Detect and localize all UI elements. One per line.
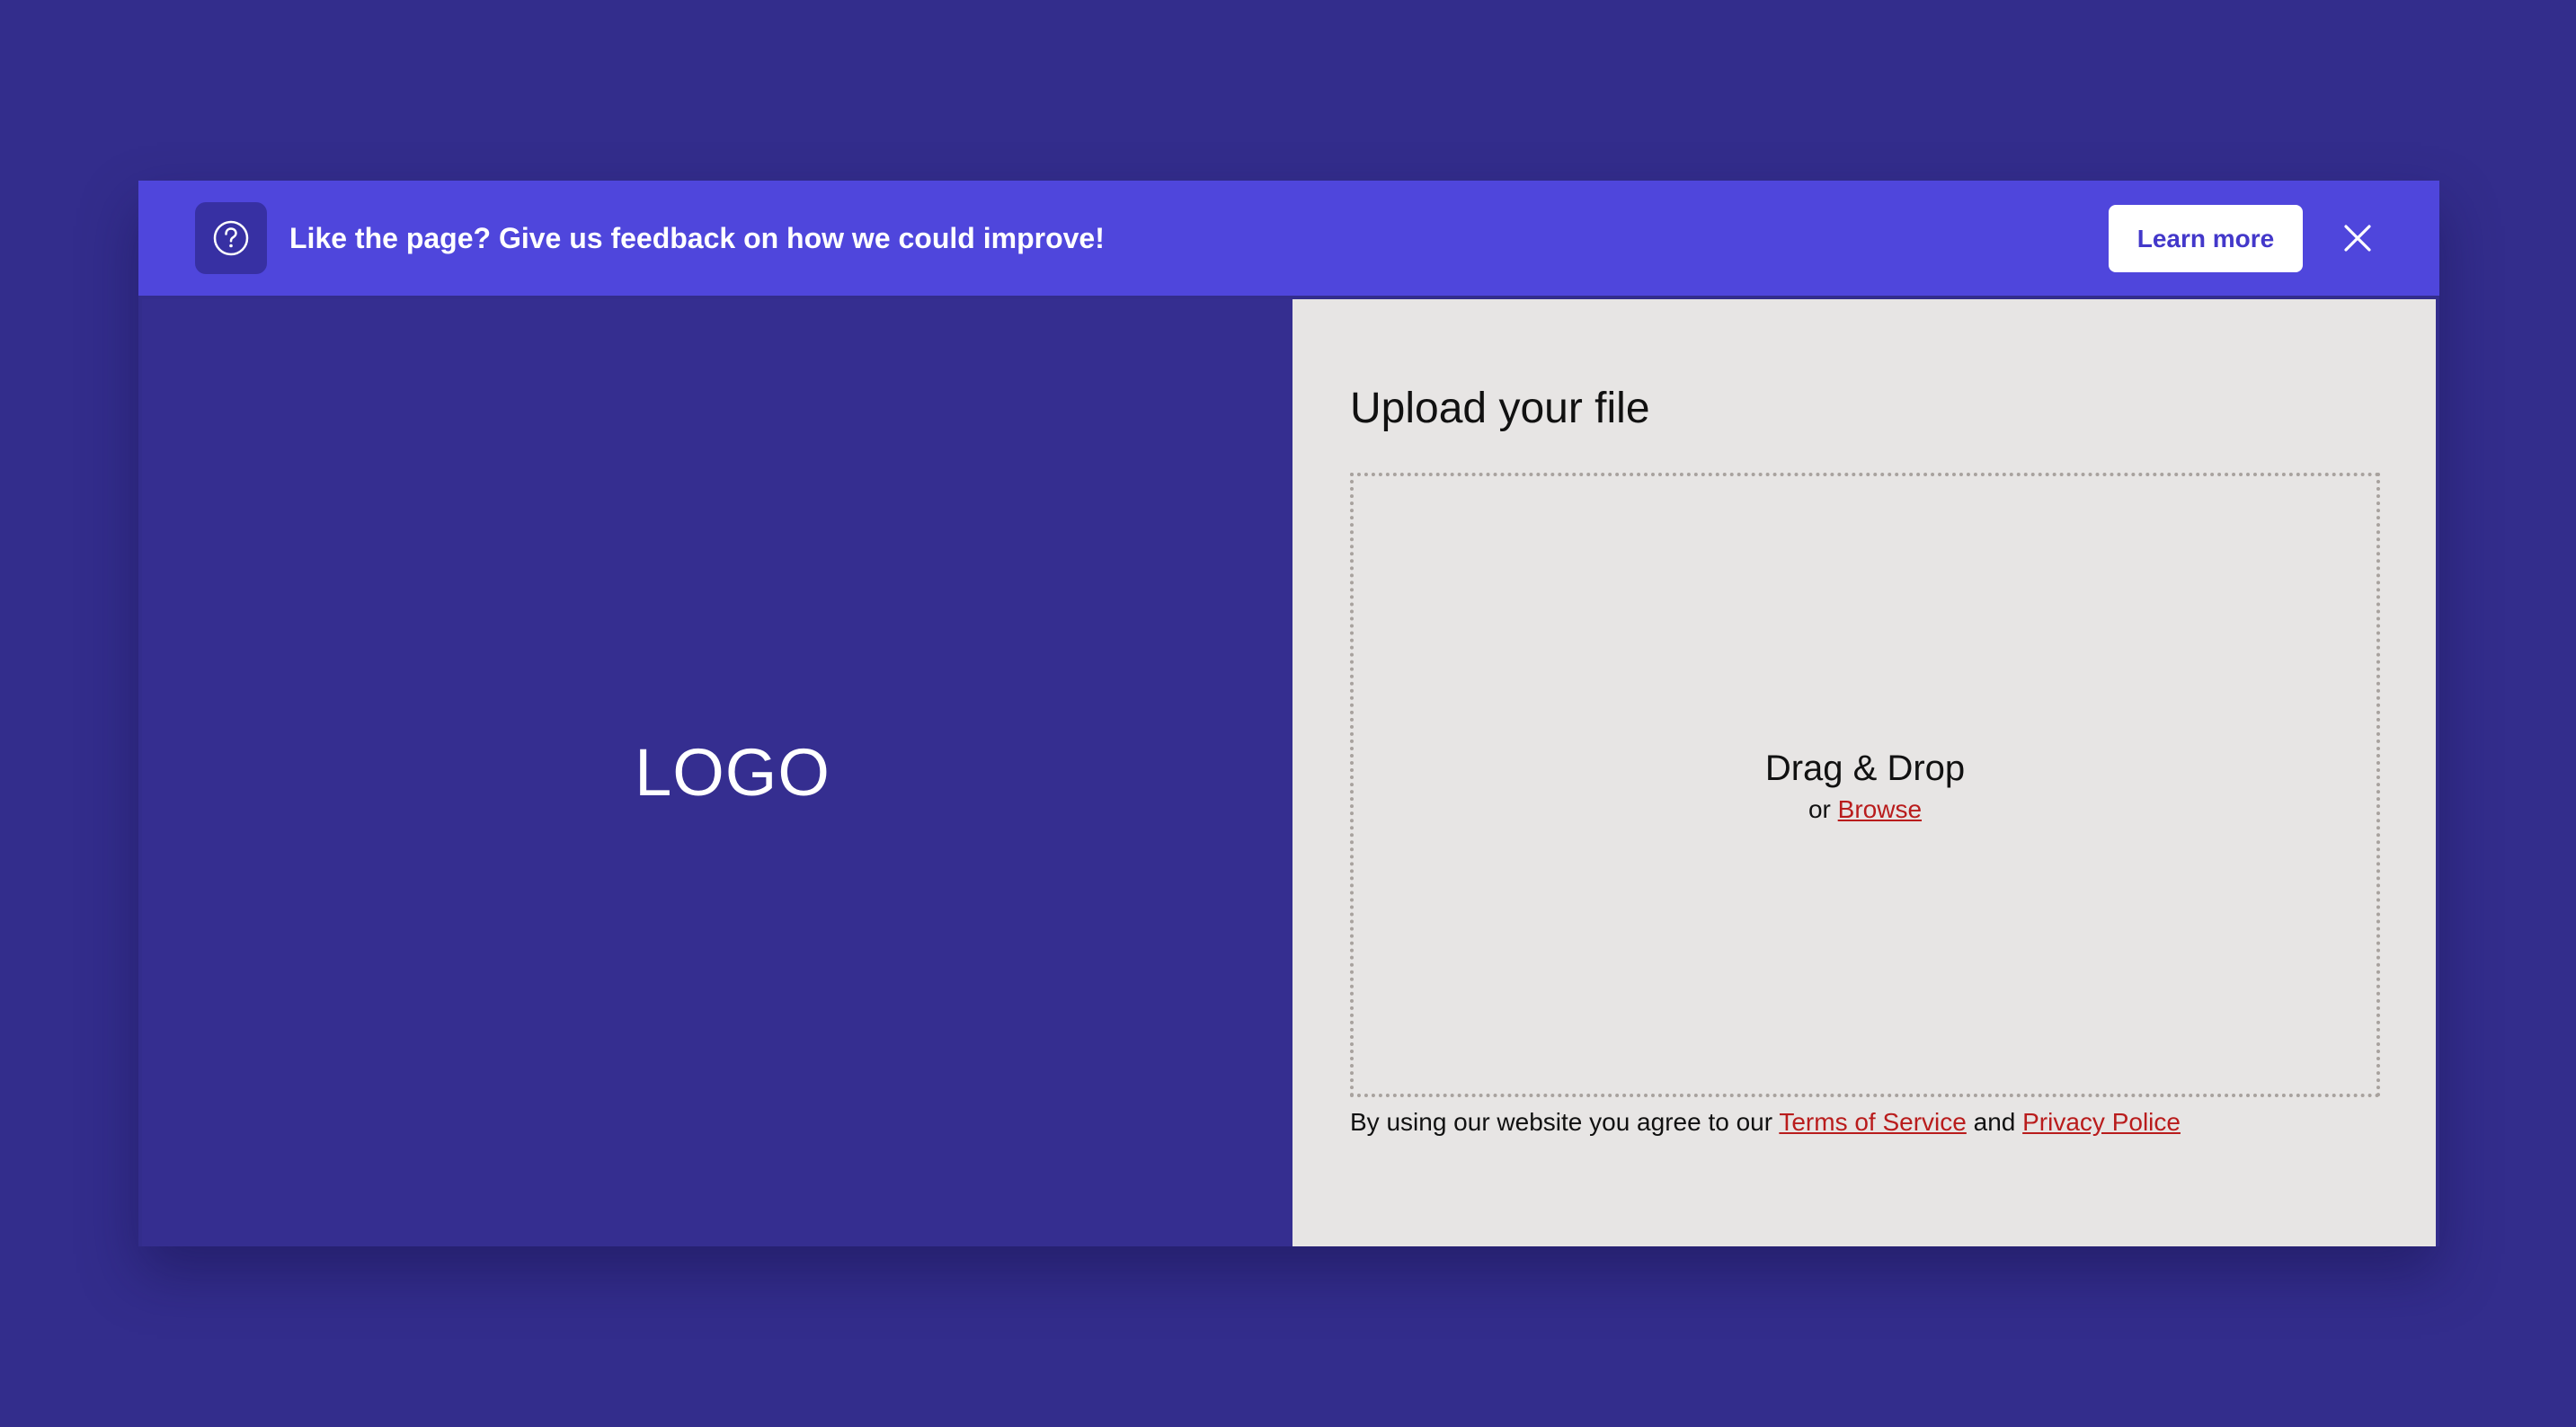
or-text: or <box>1808 794 1831 823</box>
terms-prefix: By using our website you agree to our <box>1350 1108 1773 1136</box>
terms-and-text: and <box>1973 1108 2016 1136</box>
upload-card: Like the page? Give us feedback on how w… <box>138 181 2439 1246</box>
file-dropzone[interactable]: Drag & Drop or Browse <box>1350 473 2380 1097</box>
terms-notice: By using our website you agree to our Te… <box>1350 1108 2181 1137</box>
dropzone-subtext: or Browse <box>1808 795 1922 824</box>
logo: LOGO <box>635 735 831 810</box>
privacy-policy-link[interactable]: Privacy Police <box>2022 1108 2181 1136</box>
feedback-banner: Like the page? Give us feedback on how w… <box>138 181 2439 296</box>
upload-panel: Upload your file Drag & Drop or Browse B… <box>1292 299 2436 1246</box>
browse-link[interactable]: Browse <box>1838 795 1922 823</box>
upload-title: Upload your file <box>1350 385 1650 432</box>
banner-message: Like the page? Give us feedback on how w… <box>289 222 1105 254</box>
question-circle-icon <box>195 202 267 274</box>
logo-panel: LOGO <box>142 299 1292 1246</box>
terms-of-service-link[interactable]: Terms of Service <box>1779 1108 1967 1136</box>
close-banner-button[interactable] <box>2334 215 2381 261</box>
learn-more-button[interactable]: Learn more <box>2109 205 2303 272</box>
dropzone-title: Drag & Drop <box>1764 748 1966 788</box>
close-icon <box>2344 225 2371 252</box>
